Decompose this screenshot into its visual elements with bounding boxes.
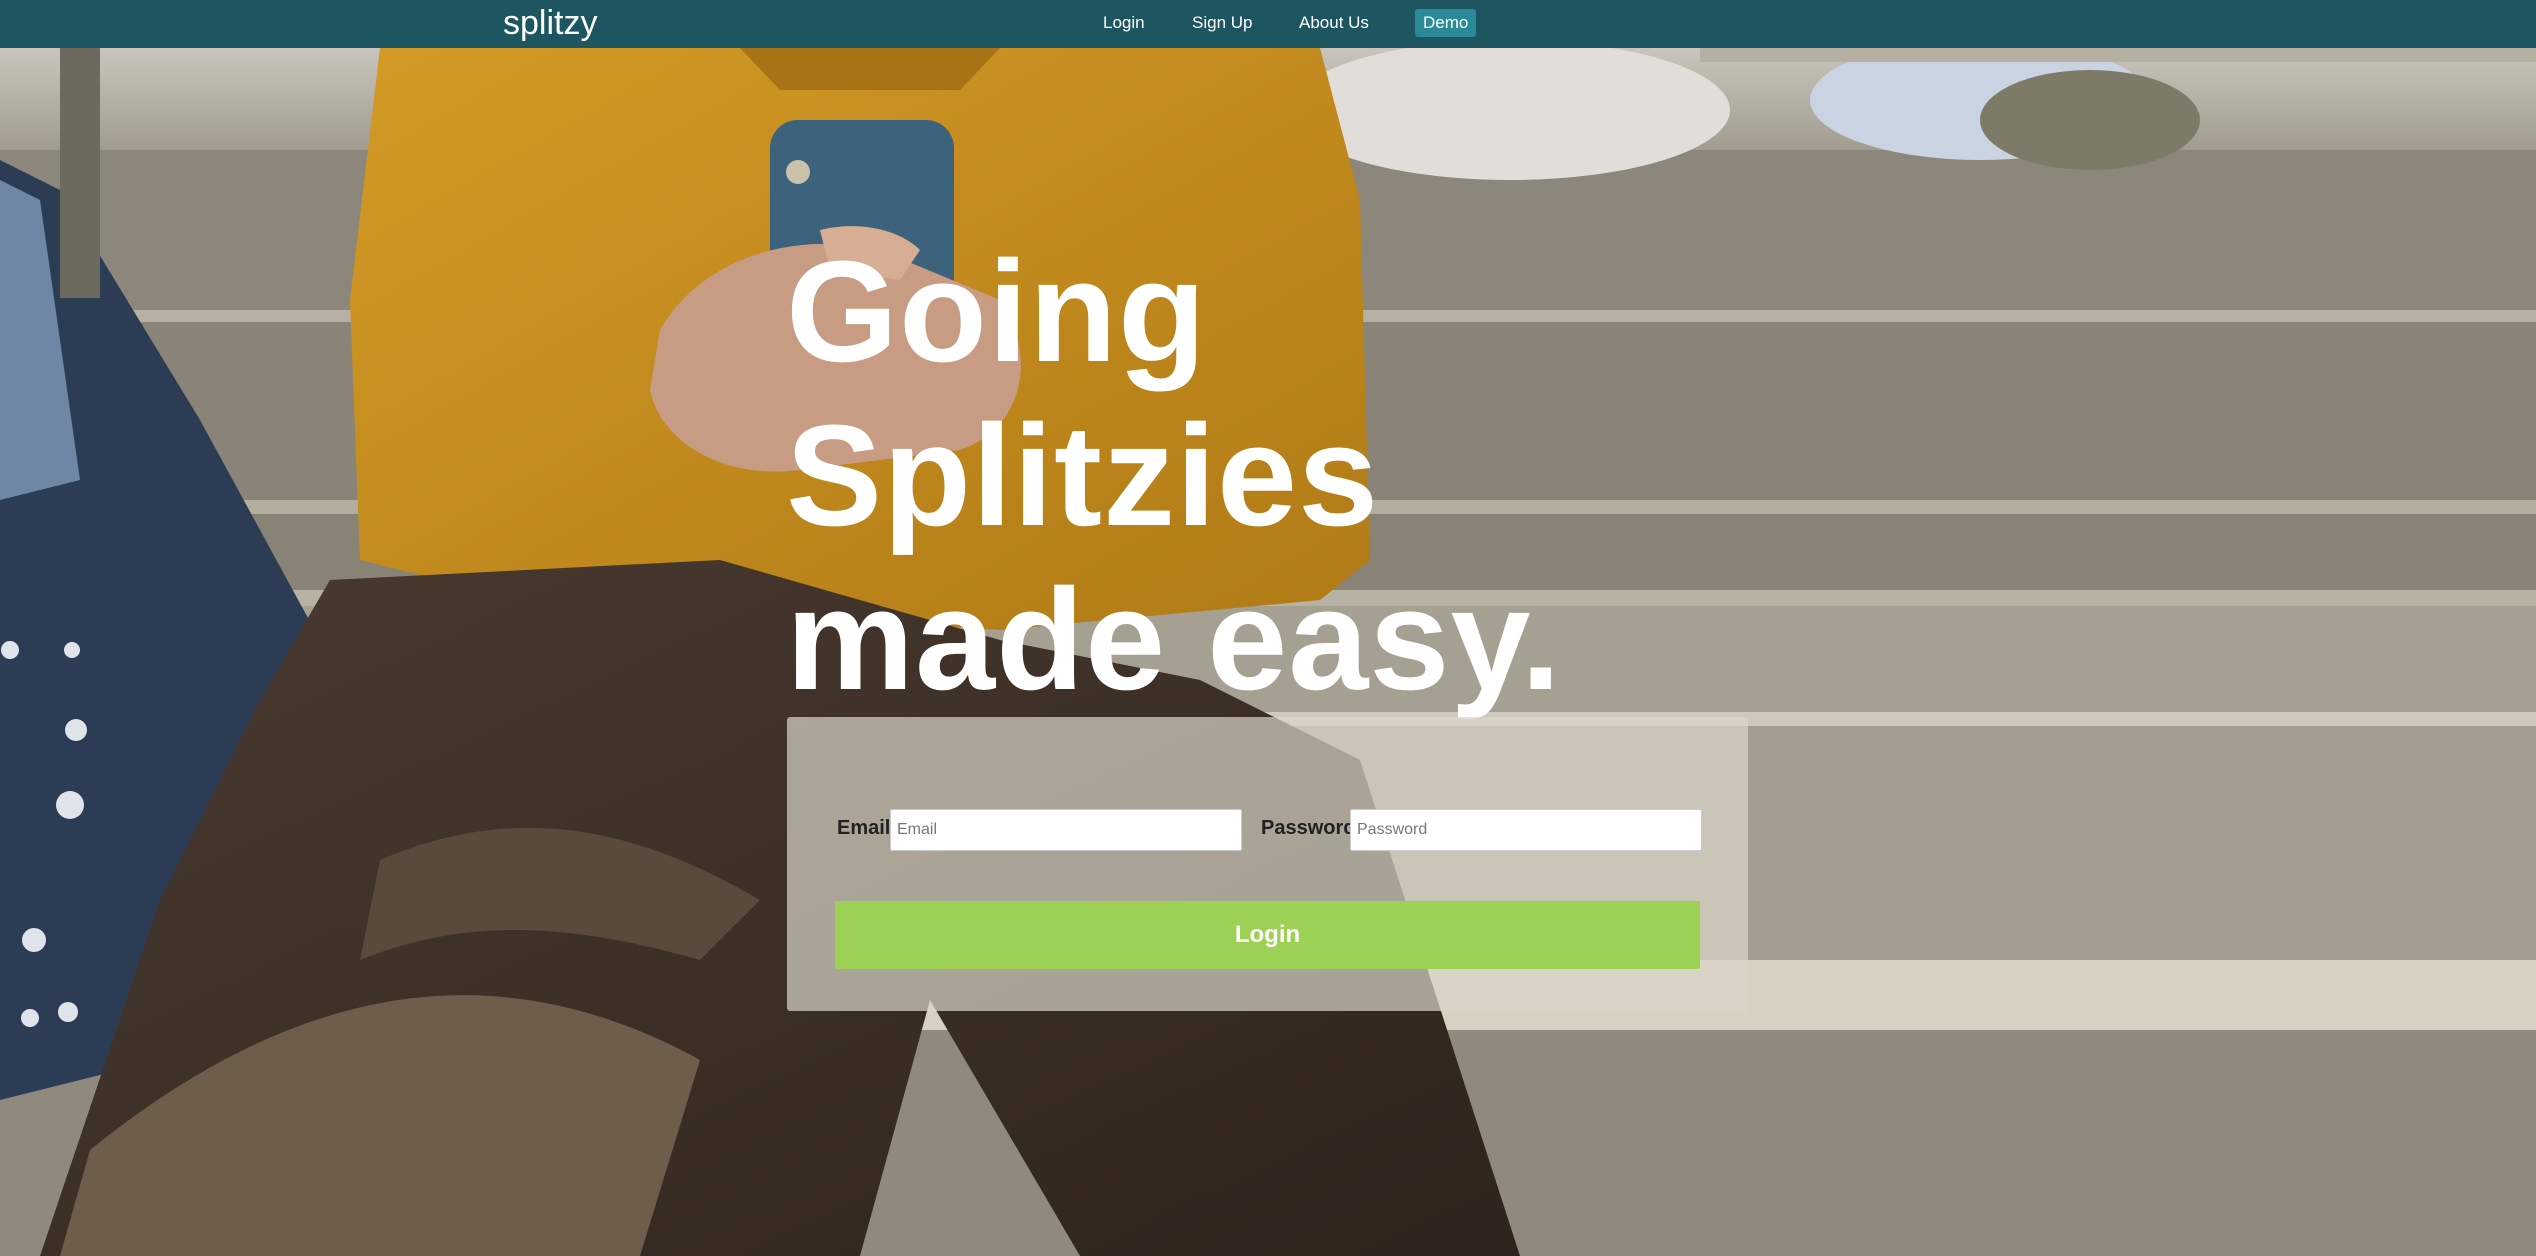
nav-login-link[interactable]: Login [1103,12,1145,34]
hero-headline: Going Splitzies made easy. [786,230,1562,722]
brand-logo-link[interactable]: splitzy [503,3,597,43]
nav-about-link[interactable]: About Us [1299,12,1369,34]
email-field[interactable] [890,809,1242,851]
login-form-panel: Email Password Login [787,717,1748,1011]
password-label: Password [1261,817,1356,839]
top-navbar: splitzy Login Sign Up About Us Demo [0,0,2536,48]
nav-signup-link[interactable]: Sign Up [1192,12,1252,34]
headline-line-1: Going [786,231,1207,392]
email-label: Email [837,817,891,839]
headline-line-3: made easy. [786,559,1562,720]
nav-demo-button[interactable]: Demo [1415,9,1477,37]
headline-line-2: Splitzies [786,395,1380,556]
login-submit-button[interactable]: Login [835,901,1700,969]
password-field[interactable] [1350,809,1702,851]
